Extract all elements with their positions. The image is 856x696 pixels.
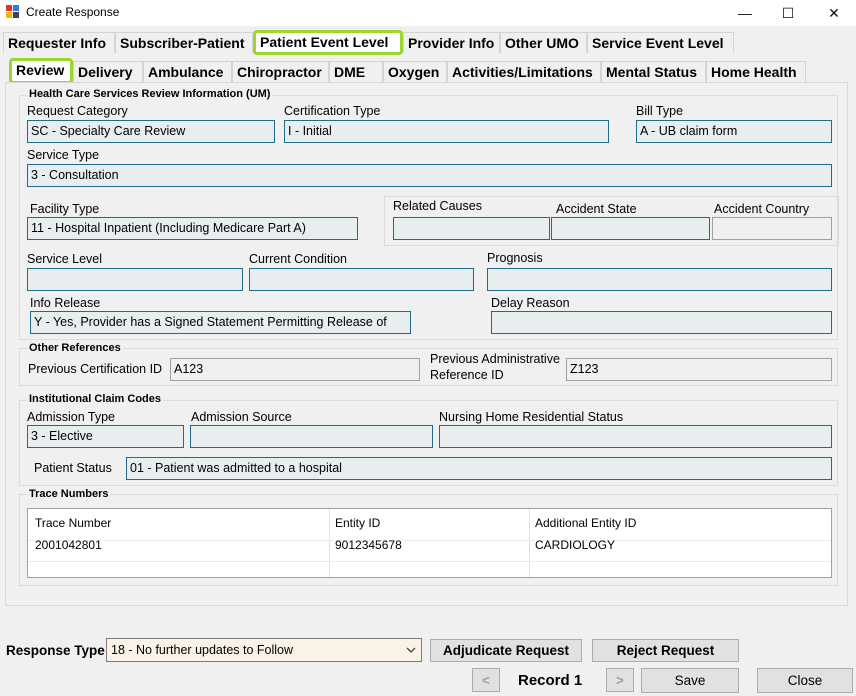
- service-type-label: Service Type: [27, 148, 100, 162]
- grid-row-separator: [28, 561, 831, 562]
- chevron-down-icon: [406, 647, 416, 653]
- window-title: Create Response: [26, 5, 120, 19]
- service-level-label: Service Level: [27, 252, 103, 266]
- response-type-label: Response Type: [6, 643, 105, 658]
- admission-type-field[interactable]: 3 - Elective: [27, 425, 184, 448]
- accident-country-field[interactable]: [712, 217, 832, 240]
- tab-activities-limitations[interactable]: Activities/Limitations: [447, 61, 601, 82]
- certification-type-field[interactable]: I - Initial: [284, 120, 609, 143]
- tab-ambulance[interactable]: Ambulance: [143, 61, 232, 82]
- accident-country-label: Accident Country: [714, 202, 810, 216]
- close-window-button[interactable]: ✕: [811, 0, 856, 26]
- related-causes-label: Related Causes: [393, 199, 482, 213]
- tab-oxygen[interactable]: Oxygen: [383, 61, 447, 82]
- prev-admin-field[interactable]: Z123: [566, 358, 832, 381]
- tab-other-umo[interactable]: Other UMO: [500, 32, 587, 53]
- maximize-button[interactable]: ☐: [765, 0, 811, 26]
- tab-delivery[interactable]: Delivery: [73, 61, 143, 82]
- request-category-field[interactable]: SC - Specialty Care Review: [27, 120, 275, 143]
- adjudicate-request-button[interactable]: Adjudicate Request: [430, 639, 582, 662]
- reject-request-button[interactable]: Reject Request: [592, 639, 739, 662]
- current-condition-field[interactable]: [249, 268, 474, 291]
- grid-header-additional-entity-id[interactable]: Additional Entity ID: [535, 516, 636, 530]
- minimize-button[interactable]: —: [722, 0, 768, 26]
- trace-numbers-title: Trace Numbers: [27, 488, 111, 500]
- grid-header-entity-id[interactable]: Entity ID: [335, 516, 380, 530]
- prev-cert-field[interactable]: A123: [170, 358, 420, 381]
- table-row-trace-number[interactable]: 2001042801: [35, 538, 102, 552]
- review-info-group-title: Health Care Services Review Information …: [27, 88, 273, 100]
- tab-dme[interactable]: DME: [329, 61, 383, 82]
- table-row-additional-entity-id[interactable]: CARDIOLOGY: [535, 538, 615, 552]
- previous-record-button[interactable]: <: [472, 668, 500, 692]
- tab-requester-info[interactable]: Requester Info: [3, 32, 115, 53]
- request-category-label: Request Category: [27, 104, 128, 118]
- tab-patient-event-level[interactable]: Patient Event Level: [253, 30, 403, 55]
- admission-source-label: Admission Source: [191, 410, 292, 424]
- tab-subscriber-patient[interactable]: Subscriber-Patient: [115, 32, 253, 53]
- delay-reason-label: Delay Reason: [491, 296, 570, 310]
- related-causes-field[interactable]: [393, 217, 550, 240]
- bill-type-label: Bill Type: [636, 104, 684, 118]
- service-level-field[interactable]: [27, 268, 243, 291]
- app-icon: [6, 5, 19, 18]
- close-button[interactable]: Close: [757, 668, 853, 693]
- tab-provider-info[interactable]: Provider Info: [403, 32, 500, 53]
- delay-reason-field[interactable]: [491, 311, 832, 334]
- certification-type-label: Certification Type: [284, 104, 381, 118]
- grid-header-trace-number[interactable]: Trace Number: [35, 516, 111, 530]
- tab-home-health[interactable]: Home Health: [706, 61, 806, 82]
- prognosis-field[interactable]: [487, 268, 832, 291]
- accident-state-field[interactable]: [551, 217, 710, 240]
- tab-review[interactable]: Review: [9, 58, 73, 84]
- prev-admin-label-line1: Previous Administrative: [430, 352, 560, 366]
- facility-type-label: Facility Type: [30, 202, 100, 216]
- prev-cert-label: Previous Certification ID: [28, 362, 163, 376]
- service-type-field[interactable]: 3 - Consultation: [27, 164, 832, 187]
- patient-status-field[interactable]: 01 - Patient was admitted to a hospital: [126, 457, 832, 480]
- tab-mental-status[interactable]: Mental Status: [601, 61, 706, 82]
- prognosis-label: Prognosis: [487, 251, 543, 265]
- facility-type-field[interactable]: 11 - Hospital Inpatient (Including Medic…: [27, 217, 358, 240]
- tab-chiropractor[interactable]: Chiropractor: [232, 61, 329, 82]
- save-button[interactable]: Save: [641, 668, 739, 693]
- nursing-home-field[interactable]: [439, 425, 832, 448]
- grid-row-separator: [28, 540, 831, 541]
- response-type-value: 18 - No further updates to Follow: [111, 643, 294, 657]
- response-type-select[interactable]: 18 - No further updates to Follow: [106, 638, 422, 662]
- bill-type-field[interactable]: A - UB claim form: [636, 120, 832, 143]
- current-condition-label: Current Condition: [249, 252, 347, 266]
- admission-source-field[interactable]: [190, 425, 433, 448]
- grid-column-separator: [329, 509, 330, 577]
- table-row-entity-id[interactable]: 9012345678: [335, 538, 402, 552]
- next-record-button[interactable]: >: [606, 668, 634, 692]
- admission-type-label: Admission Type: [27, 410, 116, 424]
- patient-status-label: Patient Status: [34, 461, 112, 475]
- other-references-title: Other References: [27, 342, 123, 354]
- accident-state-label: Accident State: [556, 202, 637, 216]
- grid-column-separator: [529, 509, 530, 577]
- nursing-home-label: Nursing Home Residential Status: [439, 410, 624, 424]
- trace-numbers-grid[interactable]: Trace Number Entity ID Additional Entity…: [27, 508, 832, 578]
- info-release-field[interactable]: Y - Yes, Provider has a Signed Statement…: [30, 311, 411, 334]
- info-release-label: Info Release: [30, 296, 101, 310]
- tab-service-event-level[interactable]: Service Event Level: [587, 32, 734, 53]
- institutional-title: Institutional Claim Codes: [27, 393, 164, 405]
- title-bar: Create Response — ☐ ✕: [0, 0, 856, 26]
- record-indicator: Record 1: [518, 672, 583, 689]
- prev-admin-label-line2: Reference ID: [430, 368, 504, 382]
